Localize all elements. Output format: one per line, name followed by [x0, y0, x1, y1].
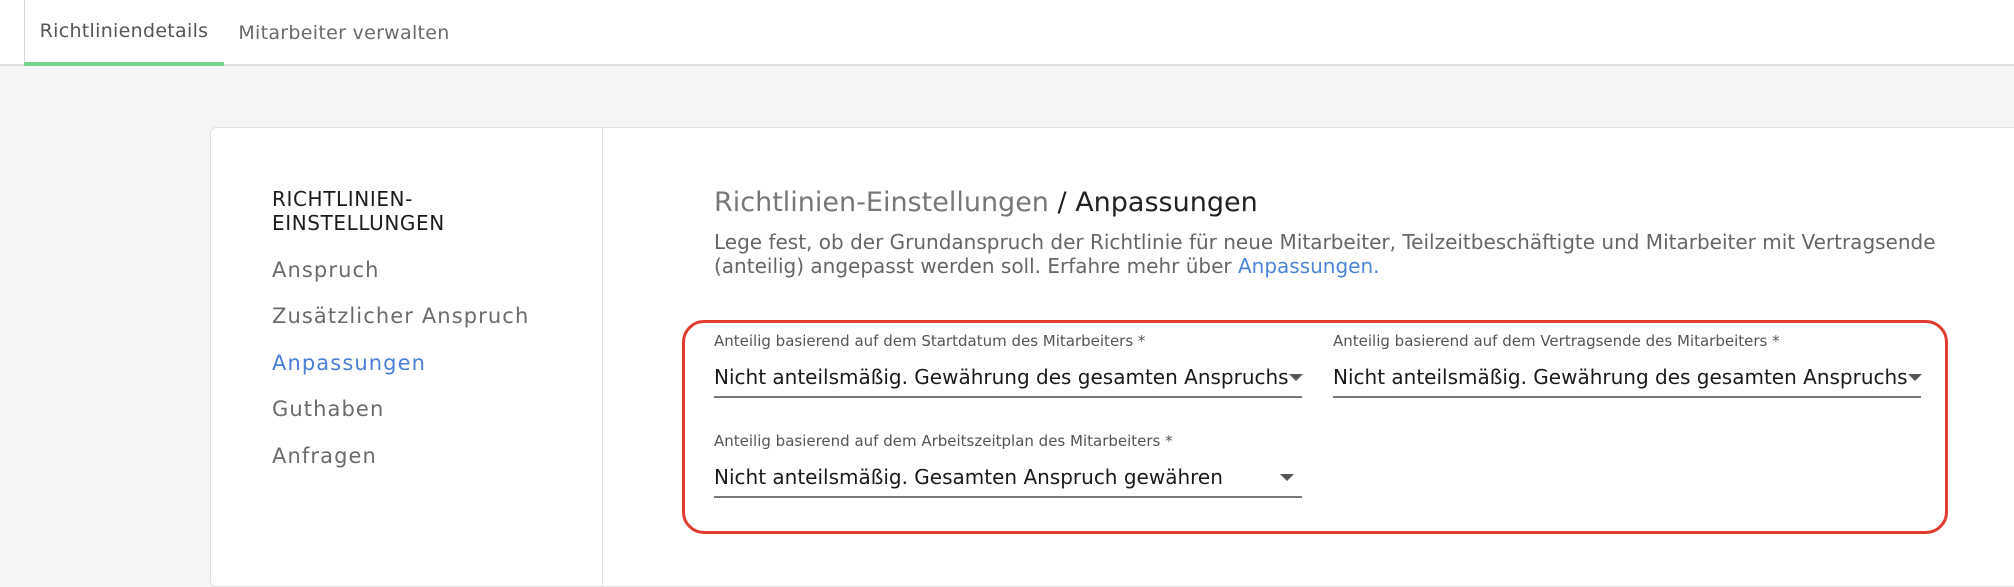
- proration-work-schedule-field: Anteilig basierend auf dem Arbeitszeitpl…: [714, 432, 1302, 498]
- sidebar-item-guthaben[interactable]: Guthaben: [272, 397, 384, 421]
- sidebar-heading: RICHTLINIEN- EINSTELLUNGEN: [272, 187, 532, 235]
- sidebar-item-anpassungen[interactable]: Anpassungen: [272, 351, 426, 375]
- chevron-down-icon: [1288, 373, 1303, 381]
- sidebar-heading-line2: EINSTELLUNGEN: [272, 211, 445, 235]
- sidebar-item-anspruch[interactable]: Anspruch: [272, 258, 380, 282]
- page-title: Richtlinien-Einstellungen / Anpassungen: [714, 187, 1258, 218]
- proration-work-schedule-select[interactable]: Nicht anteilsmäßig. Gesamten Anspruch ge…: [714, 458, 1302, 498]
- select-value: Nicht anteilsmäßig. Gewährung des gesamt…: [714, 365, 1289, 389]
- chevron-down-icon: [1907, 373, 1922, 381]
- chevron-down-icon: [1280, 473, 1294, 481]
- breadcrumb-link[interactable]: Richtlinien-Einstellungen: [714, 187, 1049, 218]
- top-tab-bar: Richtliniendetails Mitarbeiter verwalten: [0, 0, 2014, 66]
- tab-mitarbeiter-verwalten[interactable]: Mitarbeiter verwalten: [224, 0, 464, 66]
- tab-richtliniendetails[interactable]: Richtliniendetails: [24, 0, 224, 66]
- sidebar-item-anfragen[interactable]: Anfragen: [272, 444, 377, 468]
- select-value: Nicht anteilsmäßig. Gewährung des gesamt…: [1333, 365, 1908, 389]
- learn-more-link[interactable]: Anpassungen.: [1238, 254, 1380, 278]
- proration-contract-end-field: Anteilig basierend auf dem Vertragsende …: [1333, 332, 1922, 398]
- proration-start-date-field: Anteilig basierend auf dem Startdatum de…: [714, 332, 1303, 398]
- page-description: Lege fest, ob der Grundanspruch der Rich…: [714, 230, 1974, 278]
- sidebar-item-zusaetzlicher-anspruch[interactable]: Zusätzlicher Anspruch: [272, 304, 529, 328]
- field-label: Anteilig basierend auf dem Startdatum de…: [714, 332, 1146, 350]
- proration-contract-end-select[interactable]: Nicht anteilsmäßig. Gewährung des gesamt…: [1333, 358, 1922, 398]
- page-title-text: Anpassungen: [1075, 187, 1258, 218]
- field-label: Anteilig basierend auf dem Arbeitszeitpl…: [714, 432, 1173, 450]
- sidebar-heading-line1: RICHTLINIEN-: [272, 187, 413, 211]
- proration-start-date-select[interactable]: Nicht anteilsmäßig. Gewährung des gesamt…: [714, 358, 1303, 398]
- select-value: Nicht anteilsmäßig. Gesamten Anspruch ge…: [714, 465, 1223, 489]
- card-divider: [602, 127, 603, 587]
- breadcrumb-separator: /: [1048, 187, 1076, 218]
- field-label: Anteilig basierend auf dem Vertragsende …: [1333, 332, 1780, 350]
